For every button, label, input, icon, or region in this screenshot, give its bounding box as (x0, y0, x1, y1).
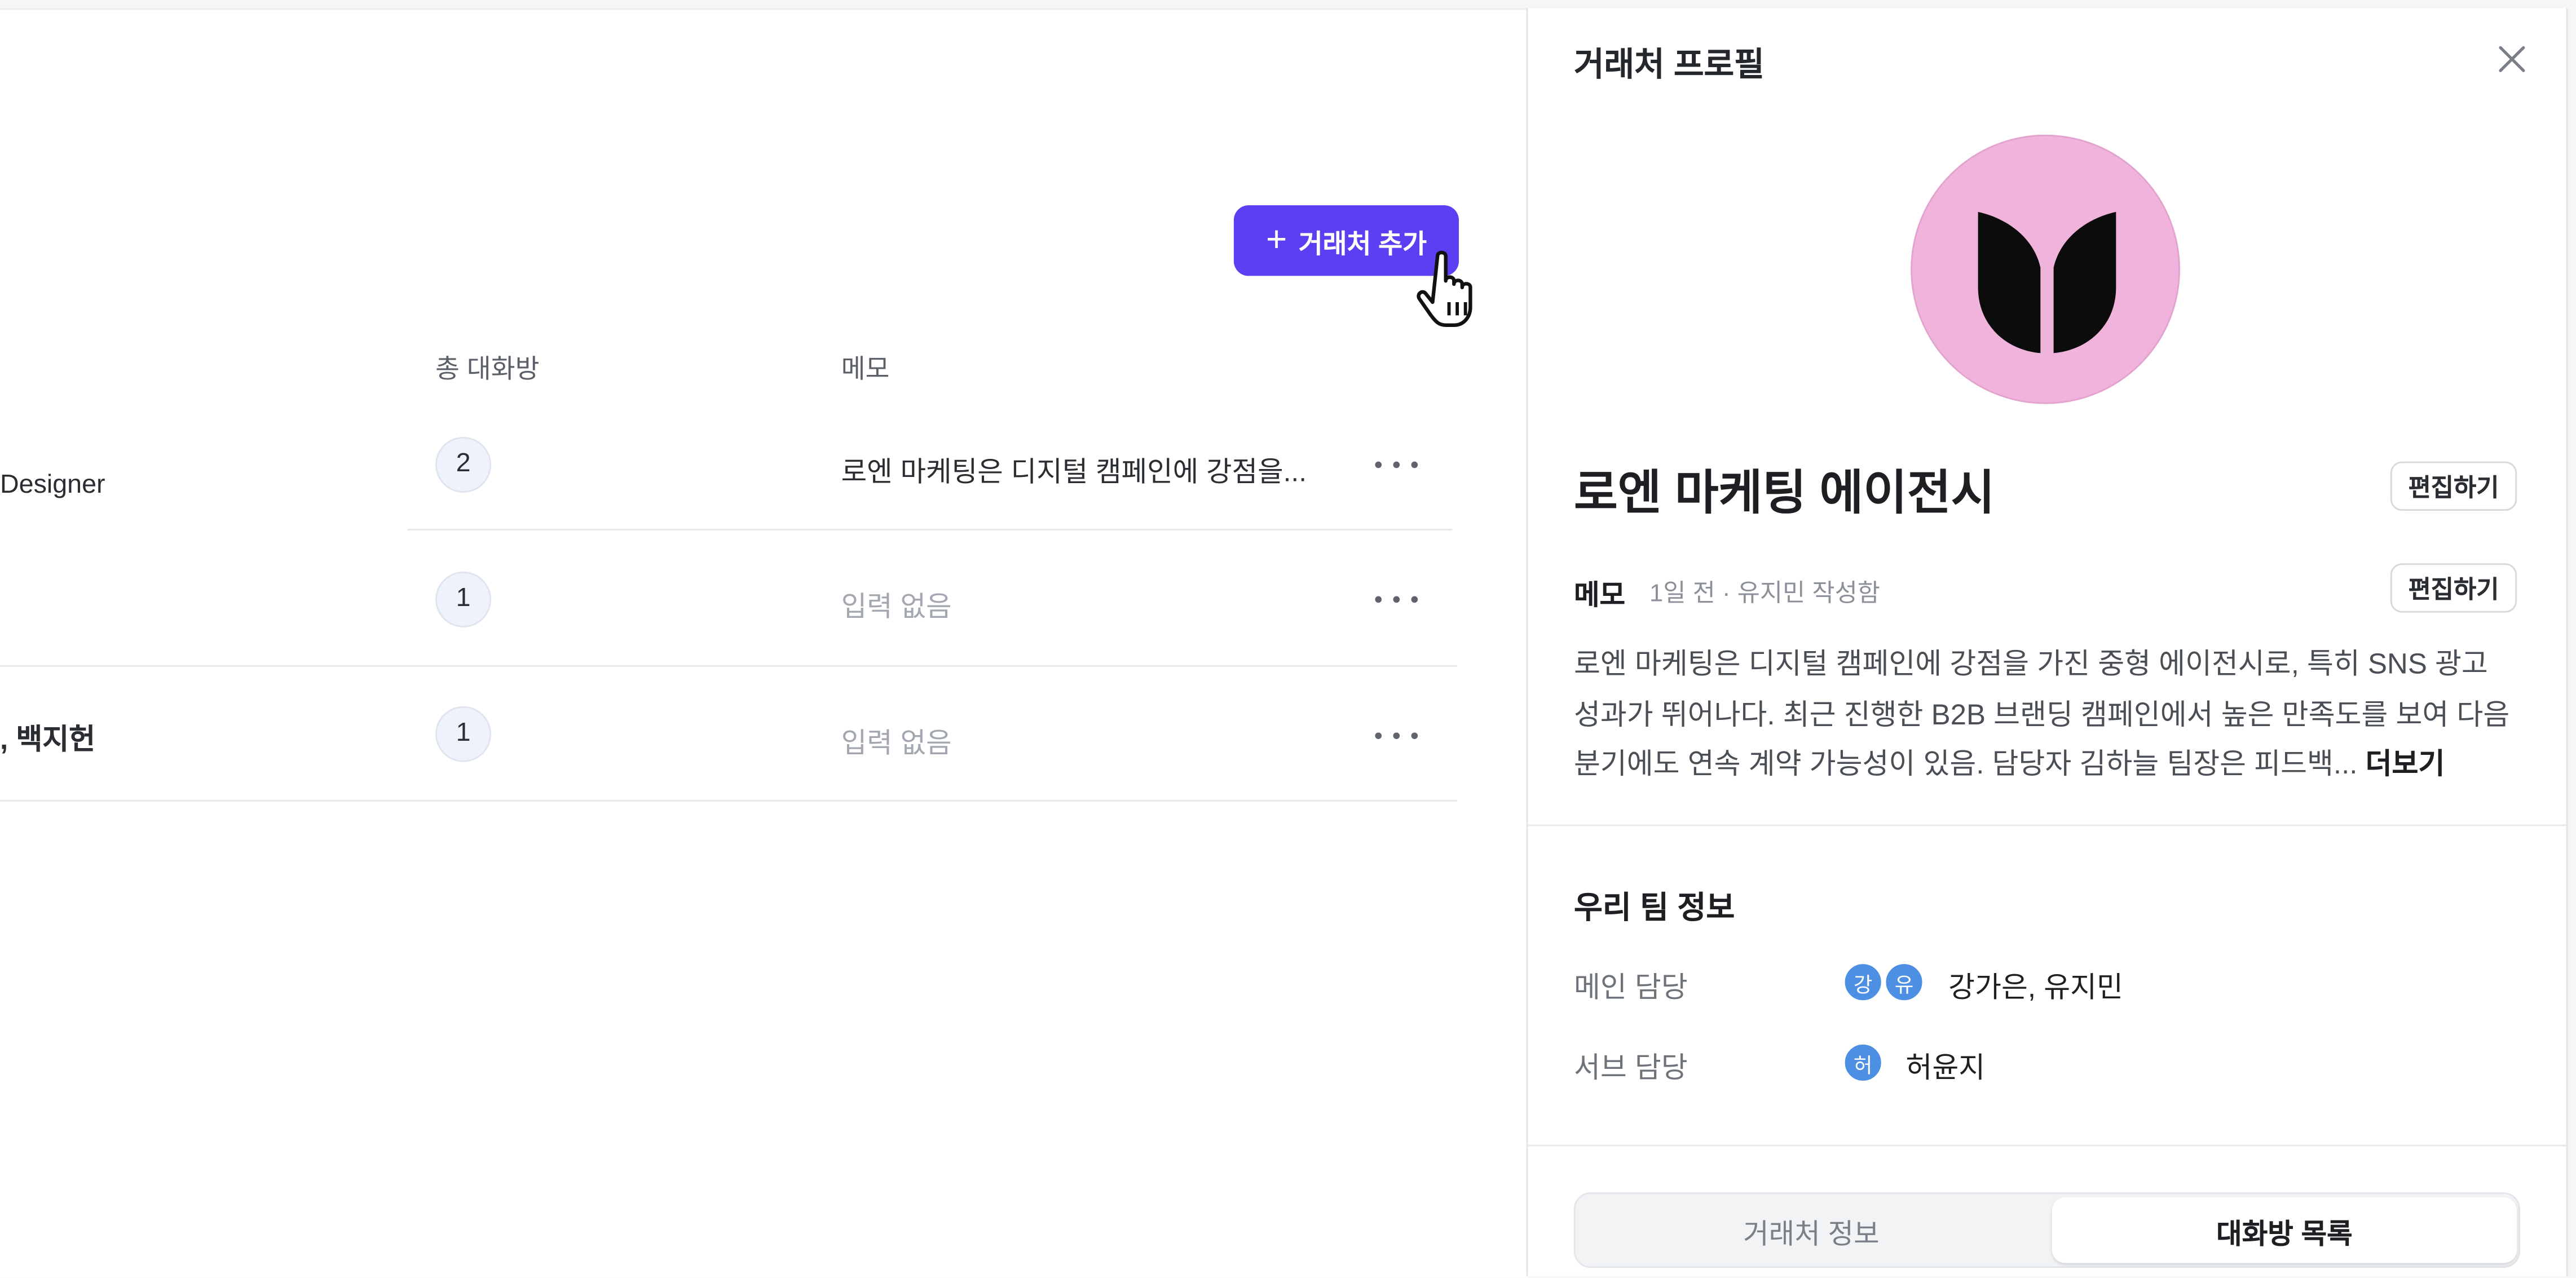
row-divider (407, 529, 1453, 530)
row-3-contact-names: , 백지헌 (0, 722, 96, 756)
row-divider (0, 799, 1458, 802)
row-1-memo: 로엔 마케팅은 디지털 캠페인에 강점을... (841, 456, 1307, 488)
row-3-memo: 입력 없음 (841, 727, 952, 759)
company-logo-icon (1978, 211, 2116, 353)
row-1-contact-role: Designer (0, 471, 105, 499)
add-partner-label: 거래처 추가 (1298, 231, 1427, 259)
hand-cursor-icon (1417, 250, 1472, 328)
column-header-chat-count: 총 대화방 (435, 356, 540, 384)
close-icon[interactable] (2497, 45, 2526, 74)
panel-title: 거래처 프로필 (1573, 47, 1765, 84)
row-3-chat-count-badge: 1 (435, 706, 492, 762)
memo-more-link[interactable]: 더보기 (2366, 748, 2445, 780)
row-divider (0, 665, 1458, 667)
main-manager-label: 메인 담당 (1573, 970, 1688, 1004)
section-divider (1528, 1144, 2566, 1147)
memo-body: 로엔 마케팅은 디지털 캠페인에 강점을 가진 중형 에이전시로, 특히 SNS… (1574, 639, 2518, 789)
memo-meta: 1일 전 · 유지민 작성함 (1649, 580, 1881, 608)
sub-manager-label: 서브 담당 (1573, 1051, 1688, 1084)
partner-profile-panel: 거래처 프로필 로엔 마케팅 에이전시 편집하기 메모 1일 전 · 유지민 작… (1526, 8, 2568, 1276)
tab-chat-list[interactable]: 대화방 목록 (2052, 1197, 2517, 1263)
row-2-chat-count-badge: 1 (435, 571, 492, 627)
row-1-more-options-icon[interactable] (1375, 448, 1418, 481)
main-manager-names: 강가은, 유지민 (1948, 970, 2123, 1004)
row-3-more-options-icon[interactable] (1375, 719, 1418, 752)
tab-partner-info[interactable]: 거래처 정보 (1579, 1197, 2044, 1263)
edit-memo-button[interactable]: 편집하기 (2390, 563, 2517, 613)
row-2-memo: 입력 없음 (841, 591, 952, 623)
company-name: 로엔 마케팅 에이전시 (1573, 468, 1995, 521)
row-2-more-options-icon[interactable] (1375, 583, 1418, 616)
section-divider (1528, 824, 2566, 826)
edit-profile-button[interactable]: 편집하기 (2390, 461, 2517, 511)
memo-label: 메모 (1573, 580, 1626, 611)
avatar: 강 (1841, 961, 1885, 1004)
avatar: 허 (1841, 1041, 1885, 1084)
company-logo (1911, 134, 2180, 404)
plus-icon: + (1265, 218, 1287, 259)
sub-manager-names: 허윤지 (1905, 1051, 1986, 1084)
app-canvas: + 거래처 추가 총 대화방 메모 Designer 2 로엔 마케팅은 디지털… (0, 0, 2576, 1278)
avatar: 유 (1882, 961, 1926, 1004)
row-1-chat-count-badge: 2 (435, 436, 492, 493)
partner-list-area (0, 8, 1528, 1278)
team-info-title: 우리 팀 정보 (1573, 891, 1735, 927)
column-header-memo: 메모 (841, 356, 890, 384)
profile-tabs: 거래처 정보 대화방 목록 (1573, 1192, 2521, 1268)
